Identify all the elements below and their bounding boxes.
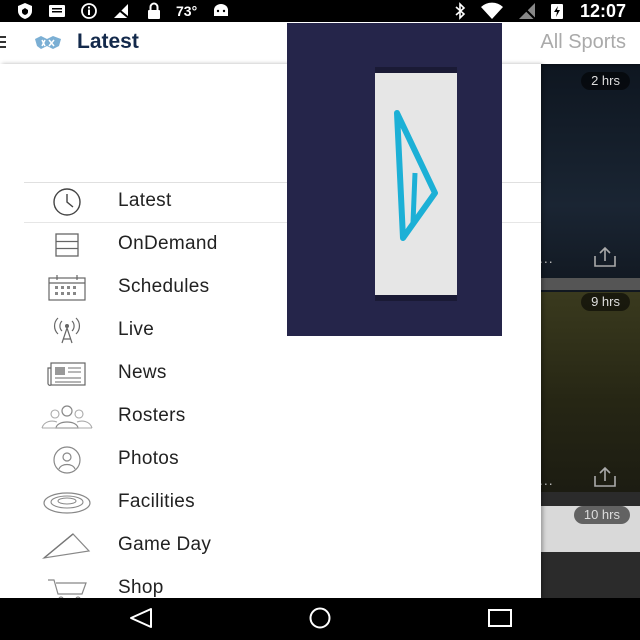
android-icon [214,4,229,16]
team-logo-icon [35,36,61,49]
calendar-icon [40,273,94,303]
sport-selector[interactable]: All Sports [540,31,626,54]
feed-card[interactable]: 2 hrs ... [541,64,640,300]
system-nav-bar [0,598,640,640]
no-signal-icon [112,4,131,20]
pennant-icon [40,531,94,561]
bluetooth-icon [455,2,466,20]
nav-item-facilities[interactable]: Facilities [0,482,541,525]
share-icon[interactable] [592,466,618,488]
play-triangle-icon [394,110,438,241]
nav-item-game-day[interactable]: Game Day [0,525,541,568]
wifi-icon [480,2,503,19]
time-badge: 2 hrs [581,72,630,90]
time-badge: 9 hrs [581,293,630,311]
info-icon [81,3,97,19]
overlay-thumbnail[interactable] [287,23,502,336]
nav-label: Schedules [118,276,210,297]
message-icon [49,5,65,17]
nav-item-rosters[interactable]: Rosters [0,396,541,439]
person-icon [40,445,94,475]
stack-icon [40,230,94,260]
thumbnail-frame [375,67,457,301]
nav-label: Facilities [118,491,195,512]
signal-icon [518,3,536,20]
back-icon[interactable] [128,607,154,629]
newspaper-icon [40,359,94,389]
nav-item-news[interactable]: News [0,353,541,396]
clock-time: 12:07 [579,0,626,21]
clock-icon [40,187,94,217]
shield-icon [18,3,32,19]
nav-item-shop[interactable]: Shop [0,568,541,598]
nav-label: Shop [118,577,164,598]
lock-icon [148,2,160,19]
nav-label: Rosters [118,405,186,426]
status-bar-left: 73° [16,2,231,20]
feed-card[interactable]: 10 hrs [541,506,640,552]
more-text: ... [541,472,554,488]
nav-label: Game Day [118,534,212,555]
stadium-icon [40,488,94,518]
page-title: Latest [77,30,139,53]
time-badge: 10 hrs [573,506,630,524]
nav-item-photos[interactable]: Photos [0,439,541,482]
status-bar: 73° 12:07 [0,0,640,22]
temperature: 73° [176,3,198,19]
nav-label: Latest [118,190,172,211]
recents-icon[interactable] [487,608,513,628]
nav-label: News [118,362,167,383]
broadcast-icon [40,316,94,346]
card-separator [541,278,640,290]
share-icon[interactable] [592,246,618,268]
feed-card[interactable]: 9 hrs ... [541,292,640,492]
nav-label: Photos [118,448,179,469]
status-bar-right: 12:07 [454,1,626,21]
group-icon [40,402,94,432]
nav-label: Live [118,319,155,340]
battery-icon [550,4,563,19]
more-text: ... [541,250,554,266]
cart-icon [40,574,94,598]
menu-icon[interactable] [0,35,8,49]
nav-label: OnDemand [118,233,218,254]
home-icon[interactable] [305,607,335,629]
